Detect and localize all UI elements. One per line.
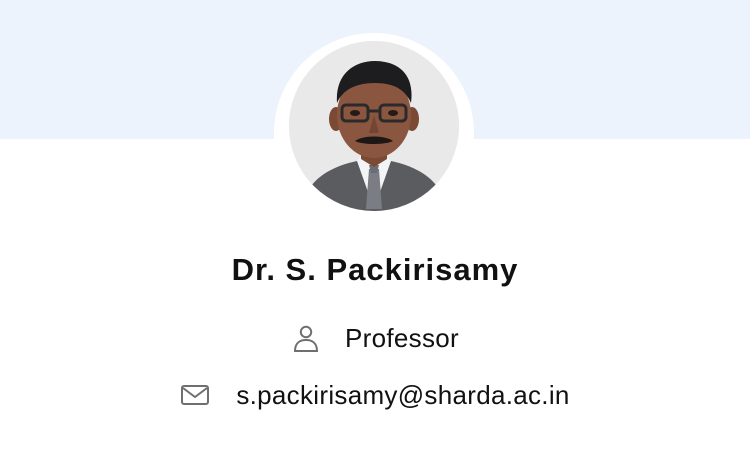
profile-role: Professor	[345, 322, 459, 353]
profile-name: Dr. S. Packirisamy	[231, 252, 519, 287]
profile-role-row: Professor	[0, 318, 750, 358]
profile-email-row: s.packirisamy@sharda.ac.in	[0, 375, 750, 415]
profile-avatar	[289, 41, 459, 211]
profile-photo	[289, 41, 459, 211]
profile-email[interactable]: s.packirisamy@sharda.ac.in	[236, 380, 569, 411]
user-icon	[291, 323, 321, 353]
mail-icon	[180, 383, 210, 407]
